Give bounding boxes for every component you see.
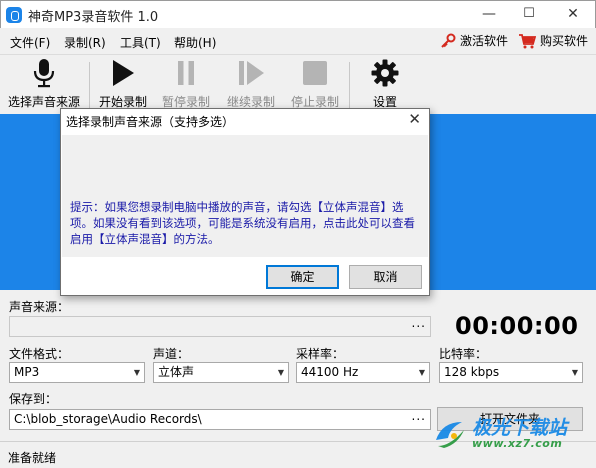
- watermark-text: 极光下载站: [472, 416, 568, 439]
- select-source-button[interactable]: 选择声音来源: [4, 58, 84, 110]
- saveto-field[interactable]: C:\blob_storage\Audio Records\ ...: [9, 409, 431, 430]
- source-list[interactable]: 提示：如果您想录制电脑中播放的声音，请勾选【立体声混音】选项。如果没有看到该选项…: [62, 135, 428, 257]
- microphone-icon: [29, 58, 59, 88]
- samplerate-label: 采样率：: [296, 347, 345, 361]
- play-icon: [108, 58, 138, 88]
- dialog-title: 选择录制声音来源（支持多选）: [66, 115, 235, 129]
- bitrate-value: 128 kbps: [444, 365, 500, 379]
- pause-icon: [171, 58, 201, 88]
- timer-display: 00:00:00: [455, 312, 579, 340]
- bitrate-label: 比特率：: [439, 347, 488, 361]
- watermark: 极光下载站 www.xz7.com: [432, 404, 592, 464]
- stop-icon: [300, 58, 330, 88]
- pause-record-button[interactable]: 暂停录制: [158, 58, 214, 110]
- format-select[interactable]: MP3 ▼: [9, 362, 145, 383]
- samplerate-value: 44100 Hz: [301, 365, 359, 379]
- status-text: 准备就绪: [8, 451, 57, 465]
- chevron-down-icon: ▼: [133, 368, 140, 377]
- ok-button[interactable]: 确定: [266, 265, 339, 289]
- menu-record[interactable]: 录制(R): [64, 34, 106, 51]
- chevron-down-icon: ▼: [571, 368, 578, 377]
- menu-bar: 文件(F) 录制(R) 工具(T) 帮助(H) 激活软件 购买软件: [0, 28, 596, 54]
- app-icon: [6, 7, 22, 23]
- saveto-value: C:\blob_storage\Audio Records\: [14, 412, 202, 426]
- channel-label: 声道：: [153, 347, 190, 361]
- start-record-button[interactable]: 开始录制: [95, 58, 151, 110]
- menu-tools[interactable]: 工具(T): [120, 34, 161, 51]
- saveto-label: 保存到：: [9, 392, 58, 406]
- format-value: MP3: [14, 365, 40, 379]
- chevron-down-icon: ▼: [277, 368, 284, 377]
- buy-label: 购买软件: [540, 34, 589, 48]
- stop-record-button[interactable]: 停止录制: [287, 58, 343, 110]
- key-icon: [441, 33, 456, 48]
- bitrate-select[interactable]: 128 kbps ▼: [439, 362, 583, 383]
- cancel-button[interactable]: 取消: [349, 265, 422, 289]
- buy-link[interactable]: 购买软件: [518, 32, 588, 49]
- close-button[interactable]: ✕: [553, 1, 593, 29]
- window-title: 神奇MP3录音软件 1.0: [28, 10, 159, 25]
- settings-button[interactable]: 设置: [357, 58, 413, 110]
- select-source-dialog: 选择录制声音来源（支持多选） ✕ 提示：如果您想录制电脑中播放的声音，请勾选【立…: [60, 108, 430, 296]
- watermark-url: www.xz7.com: [472, 437, 563, 451]
- activate-label: 激活软件: [460, 34, 509, 48]
- channel-value: 立体声: [158, 365, 195, 379]
- menu-file[interactable]: 文件(F): [10, 34, 50, 51]
- watermark-logo-icon: [436, 422, 464, 448]
- cart-icon: [519, 33, 536, 48]
- source-label: 声音来源：: [9, 300, 70, 314]
- toolbar-separator: [349, 62, 350, 108]
- saveto-browse-button[interactable]: ...: [412, 410, 426, 426]
- title-bar: 神奇MP3录音软件 1.0 — ☐ ✕: [0, 0, 596, 28]
- samplerate-select[interactable]: 44100 Hz ▼: [296, 362, 430, 383]
- minimize-button[interactable]: —: [469, 1, 509, 29]
- menu-help[interactable]: 帮助(H): [174, 34, 216, 51]
- chevron-down-icon: ▼: [418, 368, 425, 377]
- format-label: 文件格式：: [9, 347, 70, 361]
- dialog-close-icon[interactable]: ✕: [408, 110, 421, 128]
- channel-select[interactable]: 立体声 ▼: [153, 362, 289, 383]
- source-field[interactable]: ...: [9, 316, 431, 337]
- activate-link[interactable]: 激活软件: [440, 32, 508, 49]
- resume-icon: [236, 58, 266, 88]
- dialog-hint-link[interactable]: 提示：如果您想录制电脑中播放的声音，请勾选【立体声混音】选项。如果没有看到该选项…: [70, 199, 420, 247]
- source-browse-button[interactable]: ...: [412, 317, 426, 333]
- toolbar-separator: [89, 62, 90, 108]
- resume-record-button[interactable]: 继续录制: [221, 58, 281, 110]
- gear-icon: [370, 58, 400, 88]
- maximize-button[interactable]: ☐: [509, 1, 549, 29]
